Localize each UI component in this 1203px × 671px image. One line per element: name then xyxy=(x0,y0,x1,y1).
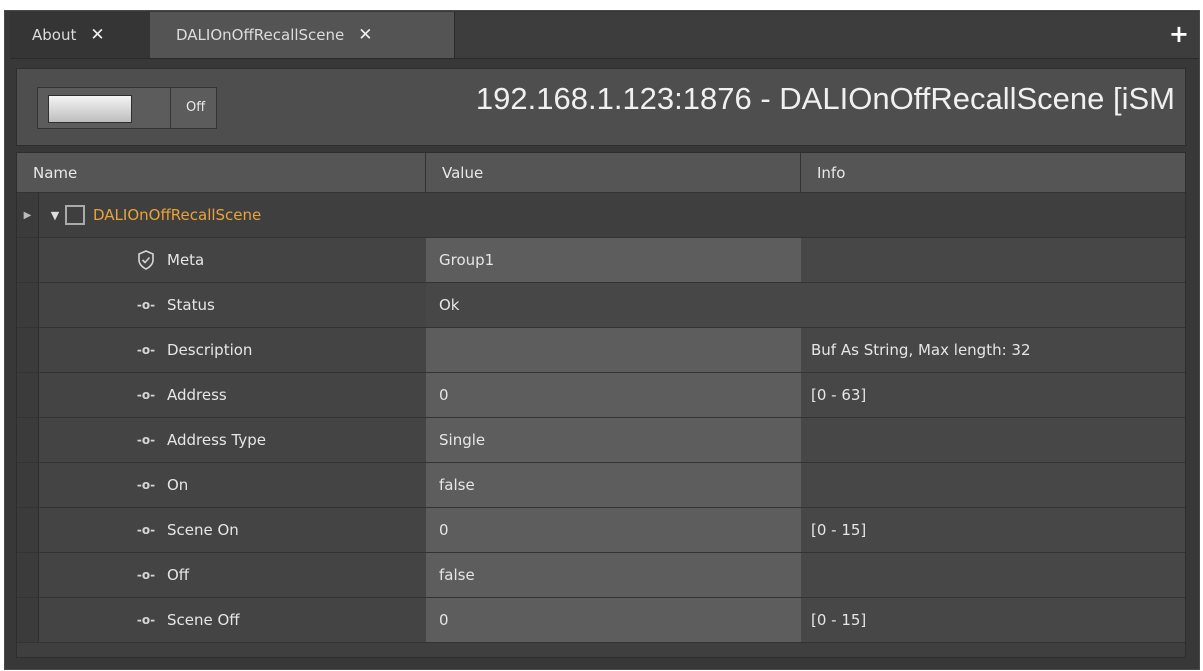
slot-icon: -o- xyxy=(136,388,156,402)
slot-icon: -o- xyxy=(136,613,156,627)
tab-about[interactable]: About ✕ xyxy=(10,12,150,58)
property-value-field[interactable]: false xyxy=(426,463,801,507)
property-name-cell: -o- Description xyxy=(39,328,426,372)
property-name: Address xyxy=(167,386,227,404)
close-icon[interactable]: ✕ xyxy=(90,25,104,45)
property-info: [0 - 15] xyxy=(801,508,1185,552)
on-off-toggle[interactable]: Off xyxy=(37,87,217,129)
slot-icon: -o- xyxy=(136,523,156,537)
property-info xyxy=(801,418,1185,462)
property-name-cell: -o- On xyxy=(39,463,426,507)
slot-icon: -o- xyxy=(136,433,156,447)
row-gutter xyxy=(17,553,39,597)
table-row[interactable]: -o- Scene On 0 [0 - 15] xyxy=(17,508,1185,553)
close-icon[interactable]: ✕ xyxy=(358,25,372,45)
property-name-cell: -o- Off xyxy=(39,553,426,597)
table-row[interactable]: Meta Group1 xyxy=(17,238,1185,283)
chevron-down-icon[interactable]: ▼ xyxy=(45,209,65,222)
property-name: Scene Off xyxy=(167,611,240,629)
property-name: On xyxy=(167,476,189,494)
property-value-field[interactable]: 0 xyxy=(426,373,801,417)
property-name-cell: Meta xyxy=(39,238,426,282)
table-row[interactable]: -o- Off false xyxy=(17,553,1185,598)
table-row[interactable]: -o- Address 0 [0 - 63] xyxy=(17,373,1185,418)
root-value-cell xyxy=(426,193,801,237)
property-value-field[interactable]: Single xyxy=(426,418,801,462)
property-table: Name Value Info ▶ ▼ DALIOnOffRecallScene… xyxy=(16,152,1186,658)
row-gutter xyxy=(17,373,39,417)
property-name: Description xyxy=(167,341,253,359)
component-checkbox-icon[interactable] xyxy=(65,205,85,225)
table-row[interactable]: -o- On false xyxy=(17,463,1185,508)
add-tab-icon[interactable]: + xyxy=(1169,20,1189,48)
property-name: Meta xyxy=(167,251,205,269)
slot-icon: -o- xyxy=(136,478,156,492)
property-info xyxy=(801,283,1185,327)
toggle-divider xyxy=(170,88,171,128)
slot-icon: -o- xyxy=(136,343,156,357)
property-info xyxy=(801,238,1185,282)
property-info xyxy=(801,553,1185,597)
row-gutter xyxy=(17,598,39,642)
property-name-cell: -o- Status xyxy=(39,283,426,327)
slot-icon: -o- xyxy=(136,568,156,582)
toggle-state-label: Off xyxy=(186,100,206,115)
tab-about-label: About xyxy=(32,26,77,44)
row-gutter xyxy=(17,508,39,552)
tab-bar: About ✕ DALIOnOffRecallScene ✕ + xyxy=(10,12,1199,59)
property-info: Buf As String, Max length: 32 xyxy=(801,328,1185,372)
row-gutter xyxy=(17,418,39,462)
property-value-field[interactable]: false xyxy=(426,553,801,597)
property-name-cell: -o- Scene On xyxy=(39,508,426,552)
root-name-cell: ▼ DALIOnOffRecallScene xyxy=(39,193,426,237)
property-value-field[interactable]: Group1 xyxy=(426,238,801,282)
component-header: Off 192.168.1.123:1876 - DALIOnOffRecall… xyxy=(16,68,1186,146)
property-name-cell: -o- Address Type xyxy=(39,418,426,462)
row-gutter xyxy=(17,463,39,507)
property-info xyxy=(801,463,1185,507)
property-value-field[interactable]: 0 xyxy=(426,508,801,552)
column-header-info[interactable]: Info xyxy=(801,153,1185,193)
table-row[interactable]: -o- Status Ok xyxy=(17,283,1185,328)
table-row[interactable]: -o- Scene Off 0 [0 - 15] xyxy=(17,598,1185,643)
row-expand-icon[interactable]: ▶ xyxy=(17,193,39,237)
page-title: 192.168.1.123:1876 - DALIOnOffRecallScen… xyxy=(475,81,1175,116)
property-name: Status xyxy=(167,296,215,314)
root-info-cell xyxy=(801,193,1185,237)
shield-icon xyxy=(131,250,161,270)
tab-active-label: DALIOnOffRecallScene xyxy=(176,26,345,44)
property-info: [0 - 63] xyxy=(801,373,1185,417)
table-row[interactable]: -o- Address Type Single xyxy=(17,418,1185,463)
row-gutter xyxy=(17,238,39,282)
toggle-knob[interactable] xyxy=(48,95,132,123)
property-name: Address Type xyxy=(167,431,266,449)
property-name-cell: -o- Scene Off xyxy=(39,598,426,642)
property-info: [0 - 15] xyxy=(801,598,1185,642)
column-header-name[interactable]: Name xyxy=(17,153,426,193)
property-name: Off xyxy=(167,566,190,584)
property-name-cell: -o- Address xyxy=(39,373,426,417)
property-value-field: Ok xyxy=(426,283,801,327)
property-value-field[interactable]: 0 xyxy=(426,598,801,642)
root-component-name: DALIOnOffRecallScene xyxy=(93,206,262,224)
property-value-field[interactable] xyxy=(426,328,801,372)
row-gutter xyxy=(17,328,39,372)
row-gutter xyxy=(17,283,39,327)
table-row-root[interactable]: ▶ ▼ DALIOnOffRecallScene xyxy=(17,193,1185,238)
column-header-value[interactable]: Value xyxy=(426,153,801,193)
table-row[interactable]: -o- Description Buf As String, Max length:… xyxy=(17,328,1185,373)
property-name: Scene On xyxy=(167,521,239,539)
slot-icon: -o- xyxy=(136,298,156,312)
tab-daliononoffrecallscene[interactable]: DALIOnOffRecallScene ✕ xyxy=(150,12,455,58)
